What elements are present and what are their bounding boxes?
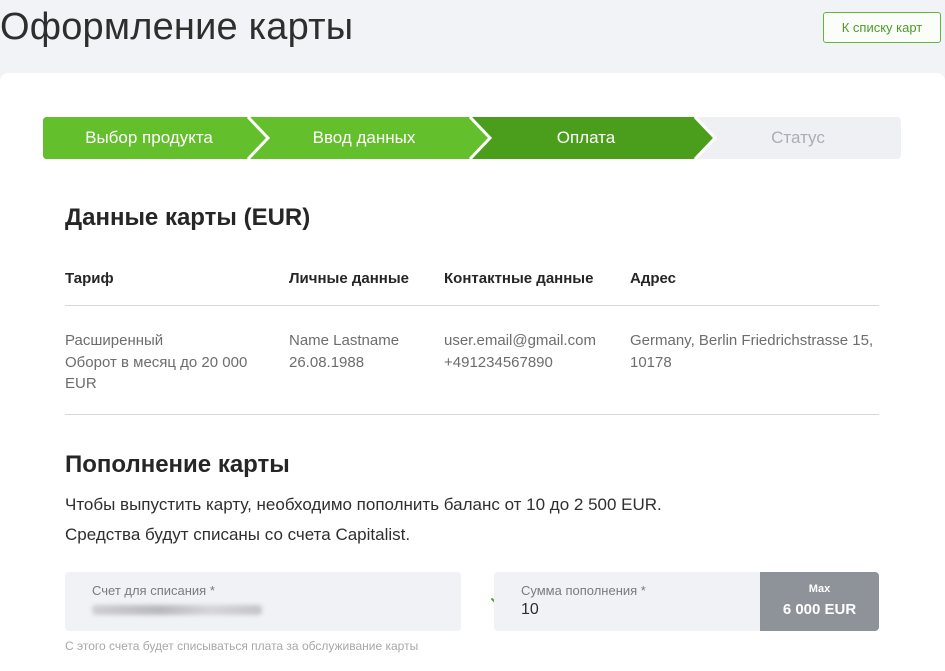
topup-source-note: Средства будут списаны со счета Capitali… (65, 525, 411, 544)
topup-description: Чтобы выпустить карту, необходимо пополн… (65, 495, 662, 514)
address-line2: 10178 (630, 353, 672, 371)
step-payment: Оплата (556, 128, 616, 147)
step-data-entry: Ввод данных (312, 128, 416, 147)
address-cell: Germany, Berlin Friedrichstrasse 15, 101… (630, 330, 873, 373)
contact-phone: +491234567890 (444, 353, 553, 371)
tariff-turnover: Оборот в месяц до 20 000 (65, 353, 248, 371)
col-tariff: Тариф (65, 270, 114, 287)
personal-name: Name Lastname (289, 332, 400, 349)
step-product: Выбор продукта (85, 128, 213, 147)
section-divider (65, 414, 879, 415)
max-value: 6 000 EUR (782, 601, 857, 618)
amount-input-value[interactable]: 10 (521, 601, 539, 619)
account-hint: С этого счета будет списываться плата за… (65, 639, 419, 653)
progress-steps: Выбор продукта Ввод данных Оплата Статус (43, 117, 901, 159)
col-contact: Контактные данные (444, 270, 594, 287)
step-status: Статус (771, 128, 825, 147)
max-label: Max (808, 583, 831, 595)
account-value-blurred (92, 605, 262, 615)
tariff-cell: Расширенный Оборот в месяц до 20 000 EUR (65, 330, 247, 395)
amount-input[interactable]: Сумма пополнения * 10 (494, 572, 764, 631)
back-to-cards-button[interactable]: К списку карт (823, 12, 941, 43)
col-personal: Личные данные (289, 270, 409, 287)
page-title: Оформление карты (0, 6, 354, 48)
tariff-name: Расширенный (65, 332, 164, 349)
account-select[interactable]: Счет для списания * (65, 572, 503, 631)
account-select-label: Счет для списания * (92, 583, 215, 598)
personal-cell: Name Lastname 26.08.1988 (289, 330, 399, 373)
contact-email: user.email@gmail.com (444, 332, 596, 349)
address-line1: Germany, Berlin Friedrichstrasse 15, (630, 332, 874, 349)
topup-title: Пополнение карты (65, 451, 290, 478)
card-data-title: Данные карты (EUR) (65, 204, 311, 231)
personal-birthdate: 26.08.1988 (289, 353, 365, 371)
table-divider (65, 305, 879, 306)
col-address: Адрес (630, 270, 677, 287)
contact-cell: user.email@gmail.com +491234567890 (444, 330, 596, 373)
max-amount-button[interactable]: Max 6 000 EUR (760, 572, 879, 631)
amount-input-label: Сумма пополнения * (521, 583, 646, 598)
tariff-currency: EUR (65, 375, 97, 392)
